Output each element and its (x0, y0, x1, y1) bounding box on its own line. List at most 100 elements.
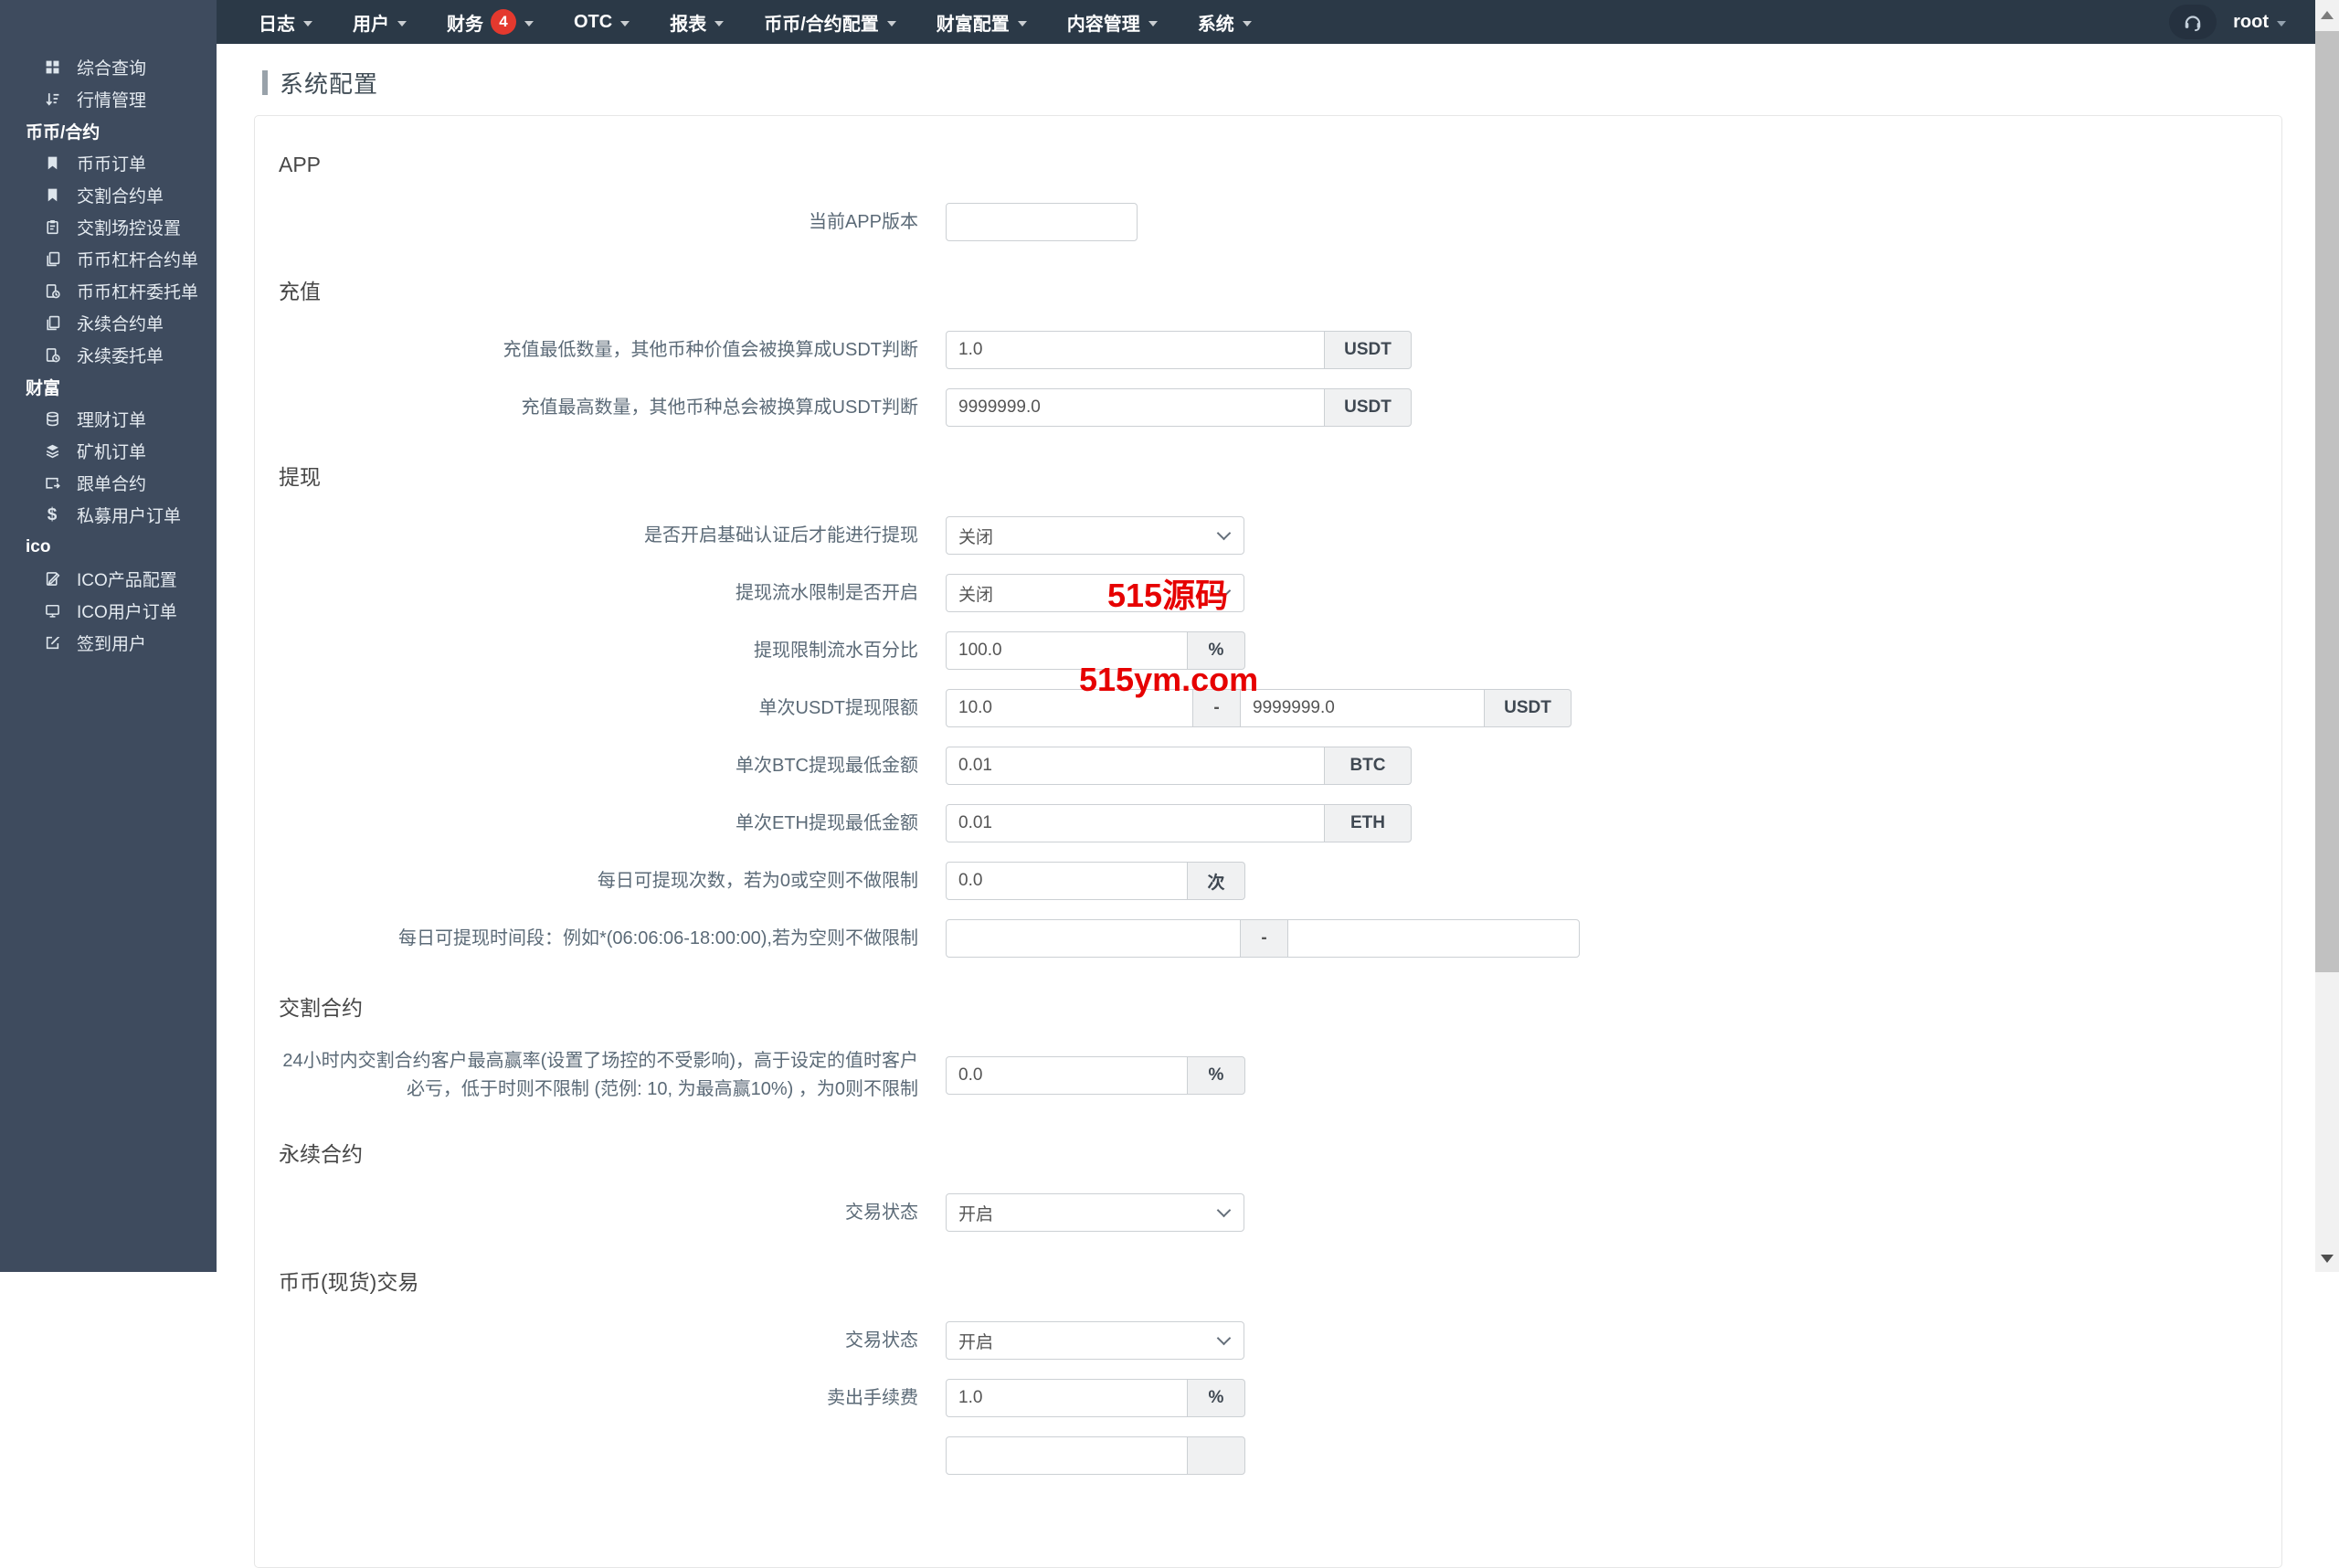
sidebar-item-label: 行情管理 (77, 91, 147, 111)
unit-addon: 次 (1187, 862, 1245, 900)
withdraw-time-end-input[interactable] (1287, 919, 1580, 958)
page-title: 系统配置 (262, 66, 2315, 100)
row-recharge-min: 充值最低数量，其他币种价值会被换算成USDT判断 USDT (279, 331, 2281, 369)
select-value: 开启 (958, 1204, 994, 1224)
section-heading-perpetual: 永续合约 (279, 1142, 363, 1166)
sidebar-item-miner-orders[interactable]: 矿机订单 (0, 435, 217, 467)
scroll-up-arrow-icon[interactable] (2321, 11, 2334, 19)
sidebar-item-delivery-risk-settings[interactable]: 交割场控设置 (0, 211, 217, 243)
recharge-max-input[interactable] (946, 388, 1325, 427)
scroll-down-arrow-icon[interactable] (2321, 1255, 2334, 1263)
withdraw-flow-percent-input[interactable] (946, 631, 1188, 670)
select-value: 关闭 (958, 585, 994, 605)
caret-down-icon (524, 20, 534, 26)
chevron-down-icon (1216, 1202, 1232, 1217)
sidebar-item-coin-orders[interactable]: 币币订单 (0, 147, 217, 179)
btc-withdraw-min-input[interactable] (946, 747, 1325, 785)
sidebar-item-wealth-orders[interactable]: 理财订单 (0, 403, 217, 435)
caret-down-icon (397, 20, 407, 26)
sidebar-item-delivery-contract-orders[interactable]: 交割合约单 (0, 179, 217, 211)
database-icon (40, 411, 64, 427)
chevron-down-icon (1216, 525, 1232, 540)
sidebar-item-margin-entrust-orders[interactable]: 币币杠杆委托单 (0, 275, 217, 307)
sidebar-item-label: 签到用户 (77, 635, 147, 654)
app-version-input[interactable] (946, 203, 1138, 241)
sidebar-item-perpetual-contract-orders[interactable]: 永续合约单 (0, 307, 217, 339)
unit-addon: USDT (1324, 331, 1412, 369)
bookmark-icon (40, 155, 64, 171)
recharge-min-input[interactable] (946, 331, 1325, 369)
sidebar-item-market-management[interactable]: 行情管理 (0, 83, 217, 115)
sell-fee-input[interactable] (946, 1379, 1188, 1417)
daily-withdraw-count-input[interactable] (946, 862, 1188, 900)
row-eth-withdraw-min: 单次ETH提现最低金额 ETH (279, 804, 2281, 842)
monitor-icon (40, 603, 64, 619)
row-sell-fee: 卖出手续费 % (279, 1379, 2281, 1417)
grid-icon (40, 59, 64, 75)
nav-item-logs[interactable]: 日志 (238, 0, 333, 44)
field-label: 单次USDT提现限额 (758, 697, 918, 718)
eth-withdraw-min-input[interactable] (946, 804, 1325, 842)
sidebar-item-margin-contract-orders[interactable]: 币币杠杆合约单 (0, 243, 217, 275)
delivery-max-win-rate-input[interactable] (946, 1056, 1188, 1095)
sidebar-item-checkin-users[interactable]: 签到用户 (0, 627, 217, 659)
sidebar-item-overview-query[interactable]: 综合查询 (0, 51, 217, 83)
user-menu[interactable]: root (2233, 12, 2286, 33)
partial-input[interactable] (946, 1436, 1188, 1475)
usdt-withdraw-max-input[interactable] (1240, 689, 1485, 727)
finance-badge: 4 (491, 9, 516, 35)
withdraw-auth-select[interactable]: 关闭 (946, 516, 1244, 555)
select-value: 开启 (958, 1332, 994, 1352)
sidebar-group-wealth: 财富 (0, 371, 217, 403)
withdraw-flow-limit-select[interactable]: 关闭 (946, 574, 1244, 612)
row-btc-withdraw-min: 单次BTC提现最低金额 BTC (279, 747, 2281, 785)
nav-item-content-management[interactable]: 内容管理 (1047, 0, 1178, 44)
nav-item-otc[interactable]: OTC (554, 0, 650, 44)
sidebar-group-ico: ico (0, 531, 217, 563)
unit-addon: % (1187, 631, 1245, 670)
nav-item-wealth-config[interactable]: 财富配置 (916, 0, 1047, 44)
dollar-icon: $ (47, 504, 58, 524)
sidebar-item-label: 私募用户订单 (77, 507, 182, 526)
spot-trade-status-select[interactable]: 开启 (946, 1321, 1244, 1360)
caret-down-icon (1017, 20, 1027, 26)
row-withdraw-flow-limit-enabled: 提现流水限制是否开启 关闭 (279, 574, 2281, 612)
vertical-scrollbar[interactable] (2315, 0, 2339, 1272)
sidebar-item-ico-user-orders[interactable]: ICO用户订单 (0, 595, 217, 627)
unit-addon: % (1187, 1056, 1245, 1095)
sidebar-group-label: ico (26, 536, 51, 556)
nav-item-coin-contract-config[interactable]: 币币/合约配置 (744, 0, 916, 44)
sidebar-item-copy-trade-contract[interactable]: 跟单合约 (0, 467, 217, 499)
row-withdraw-auth-required: 是否开启基础认证后才能进行提现 关闭 (279, 516, 2281, 555)
sidebar-item-label: 币币杠杆合约单 (77, 251, 199, 270)
sidebar-item-perpetual-entrust-orders[interactable]: 永续委托单 (0, 339, 217, 371)
layers-icon (40, 443, 64, 459)
caret-down-icon (714, 20, 725, 26)
nav-item-system[interactable]: 系统 (1178, 0, 1272, 44)
nav-item-label: 财务 (447, 14, 483, 35)
sidebar-item-label: ICO产品配置 (77, 571, 177, 590)
headset-icon (2185, 16, 2201, 32)
nav-right: root (2169, 5, 2315, 39)
sidebar-item-ico-product-config[interactable]: ICO产品配置 (0, 563, 217, 595)
support-button[interactable] (2169, 5, 2217, 39)
sidebar-item-label: 交割场控设置 (77, 219, 182, 238)
section-heading-delivery-contract: 交割合约 (279, 996, 363, 1020)
nav-item-finance[interactable]: 财务 4 (427, 0, 554, 44)
field-label: 充值最高数量，其他币种总会被换算成USDT判断 (521, 397, 918, 418)
perpetual-trade-status-select[interactable]: 开启 (946, 1193, 1244, 1232)
withdraw-time-start-input[interactable] (946, 919, 1241, 958)
section-heading-withdraw: 提现 (279, 465, 321, 489)
nav-item-users[interactable]: 用户 (333, 0, 427, 44)
sidebar-group-coin-contract: 币币/合约 (0, 115, 217, 147)
field-label: 提现流水限制是否开启 (736, 582, 918, 603)
title-accent-bar (262, 70, 268, 95)
sidebar-item-label: 矿机订单 (77, 443, 147, 462)
document-clock-icon (40, 283, 64, 299)
top-navbar: 日志 用户 财务 4 OTC 报表 币币/合约配置 财富配置 内容管理 系统 r… (0, 0, 2315, 44)
scrollbar-thumb[interactable] (2315, 31, 2339, 972)
usdt-withdraw-min-input[interactable] (946, 689, 1193, 727)
sidebar-item-private-fund-orders[interactable]: $ 私募用户订单 (0, 499, 217, 531)
nav-item-reports[interactable]: 报表 (650, 0, 744, 44)
range-separator: - (1240, 919, 1288, 958)
